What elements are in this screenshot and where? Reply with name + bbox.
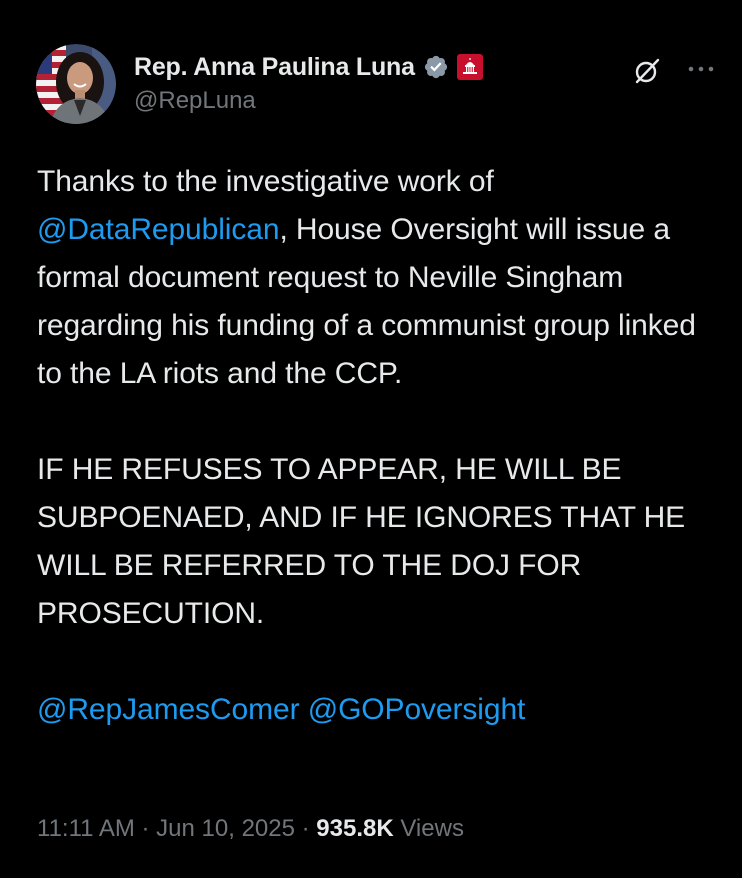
tweet-text: Thanks to the investigative work of @Dat… — [37, 158, 717, 734]
mention-link-gopoversight[interactable]: @GOPoversight — [308, 693, 526, 726]
views-count[interactable]: 935.8K — [316, 815, 393, 842]
tweet-paragraph-3: @RepJamesComer @GOPoversight — [37, 686, 717, 734]
views-label: Views — [400, 815, 464, 842]
tweet-meta: 11:11 AM · Jun 10, 2025 · 935.8K Views — [37, 815, 464, 843]
tweet-header: Rep. Anna Paulina Luna @RepLuna — [36, 44, 716, 124]
tweet-text-segment: Thanks to the investigative work of — [37, 165, 494, 198]
meta-separator: · — [134, 815, 157, 842]
tweet: Rep. Anna Paulina Luna @RepLuna Thanks t… — [0, 0, 742, 878]
more-options-icon[interactable] — [684, 54, 718, 84]
tweet-time[interactable]: 11:11 AM — [37, 815, 135, 842]
us-capitol-icon[interactable] — [456, 54, 483, 80]
avatar[interactable] — [36, 44, 116, 124]
mention-link-repjamescomer[interactable]: @RepJamesComer — [37, 693, 300, 726]
avatar-image — [36, 44, 116, 124]
author-handle[interactable]: @RepLuna — [134, 87, 483, 115]
mention-link-datarepublican[interactable]: @DataRepublican — [37, 213, 280, 246]
grok-icon[interactable] — [632, 56, 662, 86]
author-display-name[interactable]: Rep. Anna Paulina Luna — [134, 53, 415, 82]
name-row: Rep. Anna Paulina Luna — [134, 50, 483, 84]
meta-separator: · — [294, 815, 317, 842]
verified-badge-icon[interactable] — [423, 54, 449, 80]
author-names: Rep. Anna Paulina Luna @RepLuna — [134, 50, 483, 115]
tweet-paragraph-2: IF HE REFUSES TO APPEAR, HE WILL BE SUBP… — [37, 453, 686, 630]
tweet-date[interactable]: Jun 10, 2025 — [156, 815, 295, 842]
tweet-paragraph-1: Thanks to the investigative work of @Dat… — [37, 158, 717, 398]
